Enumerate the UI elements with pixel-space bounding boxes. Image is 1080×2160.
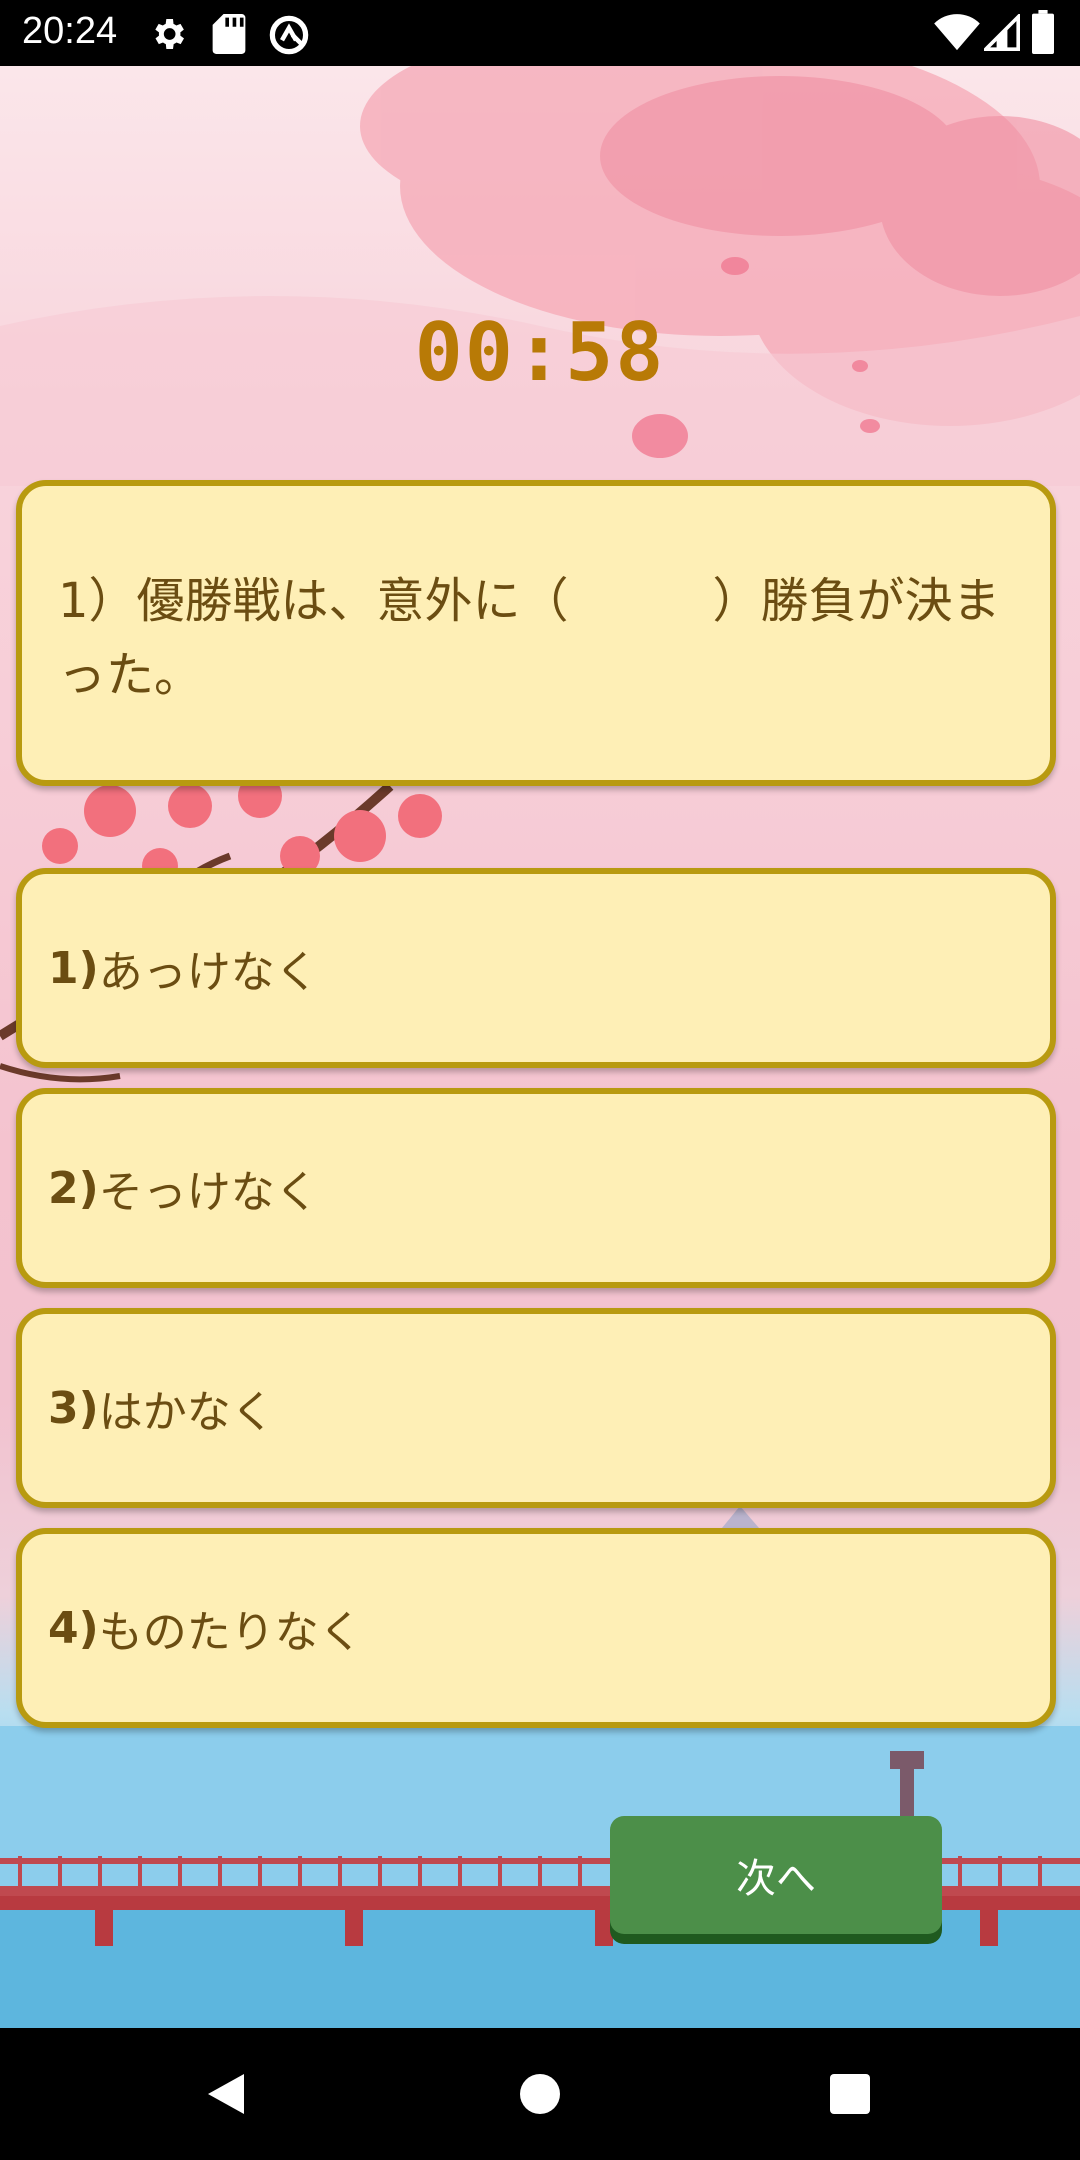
back-icon[interactable] — [204, 2070, 248, 2118]
option-4-text: ものたりなく — [98, 1607, 363, 1658]
option-1-button[interactable]: 1) あっけなく — [16, 868, 1056, 1068]
battery-icon — [1032, 10, 1054, 54]
option-3-text: はかなく — [98, 1387, 275, 1438]
recents-icon[interactable] — [828, 2072, 872, 2116]
option-4-button[interactable]: 4) ものたりなく — [16, 1528, 1056, 1728]
option-2-number: 2) — [48, 1162, 99, 1214]
option-2-button[interactable]: 2) そっけなく — [16, 1088, 1056, 1288]
navigation-bar — [0, 2028, 1080, 2160]
option-3-number: 3) — [48, 1382, 99, 1434]
option-4-number: 4) — [48, 1602, 99, 1654]
question-card: 1）優勝戦は、意外に（ ）勝負が決まった。 — [16, 480, 1056, 786]
vpn-icon — [269, 15, 309, 55]
sd-card-icon — [212, 14, 246, 54]
status-time: 20:24 — [22, 10, 118, 52]
quiz-screen: 00:58 1）優勝戦は、意外に（ ）勝負が決まった。 1) あっけなく 2) そっ… — [0, 66, 1080, 2028]
home-icon[interactable] — [518, 2072, 562, 2116]
option-1-number: 1) — [48, 942, 99, 994]
countdown-timer: 00:58 — [414, 306, 666, 399]
next-button[interactable]: 次へ — [610, 1816, 942, 1934]
question-text: 1）優勝戦は、意外に（ ）勝負が決まった。 — [58, 573, 1001, 703]
signal-icon — [984, 14, 1020, 51]
option-1-text: あっけなく — [98, 947, 319, 998]
wifi-icon — [934, 14, 980, 51]
settings-icon — [155, 19, 184, 49]
option-2-text: そっけなく — [98, 1167, 319, 1218]
option-3-button[interactable]: 3) はかなく — [16, 1308, 1056, 1508]
status-bar: 20:24 — [0, 0, 1080, 66]
